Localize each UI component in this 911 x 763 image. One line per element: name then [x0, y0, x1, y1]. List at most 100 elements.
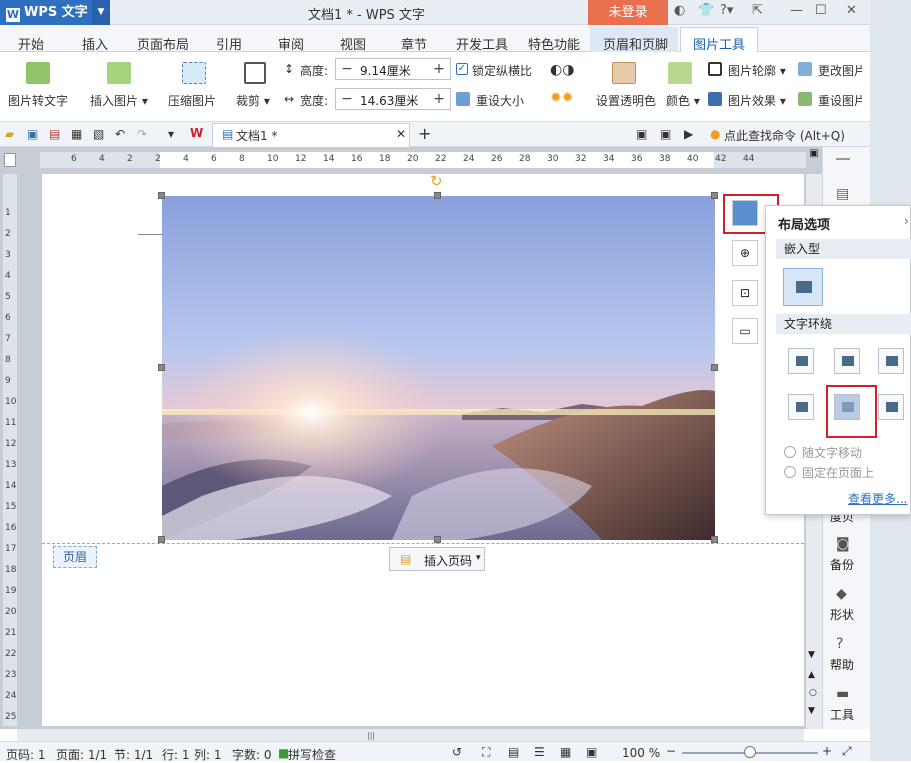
- width-stepper[interactable]: −14.63厘米 +: [335, 88, 451, 110]
- browse-object-icon[interactable]: ○: [809, 688, 817, 698]
- app-menu-button[interactable]: W WPS 文字 ▼: [0, 0, 110, 25]
- insert-picture-button[interactable]: 插入图片 ▾: [90, 92, 148, 109]
- fit-window-icon[interactable]: ⤢: [842, 744, 852, 759]
- preview-icon[interactable]: ▧: [93, 127, 104, 141]
- sidebar-backup[interactable]: 备份: [830, 556, 854, 573]
- wrap-inline-icon[interactable]: [783, 268, 823, 306]
- resize-handle-w[interactable]: [158, 364, 165, 371]
- wrap-square-icon[interactable]: [788, 348, 814, 374]
- minimize-button[interactable]: —: [790, 3, 803, 18]
- crop-float-icon[interactable]: ⊡: [732, 280, 758, 306]
- tab-insert[interactable]: 插入: [82, 34, 108, 53]
- tab-view[interactable]: 视图: [340, 34, 366, 53]
- resize-handle-sw[interactable]: [158, 536, 165, 543]
- print-icon[interactable]: ▦: [71, 127, 82, 141]
- resize-handle-ne[interactable]: [711, 192, 718, 199]
- zoom-slider-thumb[interactable]: [744, 746, 756, 758]
- resize-handle-n[interactable]: [434, 192, 441, 199]
- zoom-in-icon[interactable]: ⊕: [732, 240, 758, 266]
- tab-review[interactable]: 审阅: [278, 34, 304, 53]
- maximize-button[interactable]: ☐: [815, 3, 827, 18]
- tab-features[interactable]: 特色功能: [528, 34, 580, 53]
- frame-icon[interactable]: ▭: [732, 318, 758, 344]
- tool-a-icon[interactable]: ▣: [636, 127, 647, 141]
- sidebar-doc-icon[interactable]: ▤: [836, 186, 849, 202]
- command-search[interactable]: 点此查找命令 (Alt+Q): [724, 127, 845, 144]
- prev-page-icon[interactable]: ▲: [808, 670, 815, 680]
- brightness-icon[interactable]: ◐◑: [550, 62, 574, 78]
- help-icon[interactable]: ?▾: [720, 3, 733, 18]
- close-tab-icon[interactable]: ✕: [396, 127, 406, 141]
- tab-start[interactable]: 开始: [18, 34, 44, 53]
- tab-header-footer[interactable]: 页眉和页脚: [603, 34, 668, 53]
- horizontal-ruler[interactable]: 6 4 2 2 4 6 8 10 12 14 16 18 20 22 24 26 28 30 32 34 36 38 40 4…: [40, 152, 806, 168]
- resize-handle-e[interactable]: [711, 364, 718, 371]
- login-button[interactable]: 未登录: [588, 0, 668, 25]
- wrap-in-front-icon[interactable]: [878, 394, 904, 420]
- view-toggle-icon[interactable]: ▣: [806, 148, 822, 166]
- radio-move-with-text[interactable]: [784, 446, 796, 458]
- wrap-tight-icon[interactable]: [834, 348, 860, 374]
- tab-picture-tools[interactable]: 图片工具: [693, 34, 745, 53]
- tool-b-icon[interactable]: ▣: [660, 127, 671, 141]
- height-increase-button[interactable]: +: [428, 59, 450, 79]
- rotate-handle-icon[interactable]: ↻: [430, 172, 443, 190]
- wrap-top-bottom-icon[interactable]: [788, 394, 814, 420]
- color-button[interactable]: 颜色 ▾: [666, 92, 700, 109]
- resize-handle-s[interactable]: [434, 536, 441, 543]
- sidebar-menu-icon[interactable]: [836, 158, 850, 160]
- tab-developer[interactable]: 开发工具: [456, 34, 508, 53]
- inserted-picture[interactable]: [162, 196, 715, 540]
- spell-check-button[interactable]: 拼写检查: [288, 746, 336, 763]
- width-input[interactable]: 14.63厘米: [360, 92, 418, 109]
- tab-section[interactable]: 章节: [401, 34, 427, 53]
- zoom-in-status-icon[interactable]: +: [822, 744, 832, 758]
- reset-size-button[interactable]: 重设大小: [476, 92, 524, 109]
- resize-handle-se[interactable]: [711, 536, 718, 543]
- next-page-icon[interactable]: ▼: [808, 706, 815, 716]
- ruler-corner-icon[interactable]: [4, 153, 16, 167]
- close-button[interactable]: ✕: [846, 3, 857, 18]
- redo-icon[interactable]: ↷: [137, 127, 147, 141]
- open-icon[interactable]: ▰: [5, 127, 14, 141]
- web-view-icon[interactable]: ▦: [560, 745, 571, 759]
- page-view-icon[interactable]: ▤: [508, 745, 519, 759]
- shirt-icon[interactable]: 👕: [698, 3, 714, 18]
- fullscreen-icon[interactable]: ⛶: [482, 745, 490, 760]
- set-transparent-button[interactable]: 设置透明色: [596, 92, 656, 109]
- tab-page-layout[interactable]: 页面布局: [137, 34, 189, 53]
- header-tag[interactable]: 页眉: [53, 546, 97, 568]
- picture-effect-button[interactable]: 图片效果 ▾: [728, 92, 786, 109]
- scroll-down-icon[interactable]: ▼: [808, 650, 815, 660]
- horizontal-scrollbar[interactable]: |||: [17, 729, 804, 741]
- picture-outline-button[interactable]: 图片轮廓 ▾: [728, 62, 786, 79]
- compress-picture-button[interactable]: 压缩图片: [168, 92, 216, 109]
- insert-page-number-button[interactable]: ▤ 插入页码 ▾: [389, 547, 485, 571]
- vertical-ruler[interactable]: 1 2 3 4 5 6 7 8 9 10 11 12 13 14 15 16 17 18 19 20 21 22 23 24 2…: [3, 174, 17, 726]
- sidebar-shape[interactable]: 形状: [830, 606, 854, 623]
- new-tab-icon[interactable]: +: [418, 124, 431, 143]
- contrast-icon[interactable]: ✹✹: [550, 90, 573, 106]
- change-picture-button[interactable]: 更改图片: [818, 62, 862, 79]
- width-decrease-button[interactable]: −: [336, 89, 358, 109]
- wps-home-icon[interactable]: W: [190, 126, 203, 140]
- sidebar-tools[interactable]: 工具: [830, 706, 854, 723]
- height-decrease-button[interactable]: −: [336, 59, 358, 79]
- see-more-link[interactable]: 查看更多...: [848, 490, 907, 507]
- lock-ratio-checkbox[interactable]: ✓: [456, 63, 468, 75]
- height-stepper[interactable]: −9.14厘米 +: [335, 58, 451, 80]
- crop-button[interactable]: 裁剪 ▾: [236, 92, 270, 109]
- radio-fixed-on-page[interactable]: [784, 466, 796, 478]
- reading-view-icon[interactable]: ▣: [586, 745, 597, 759]
- tab-reference[interactable]: 引用: [216, 34, 242, 53]
- height-input[interactable]: 9.14厘米: [360, 62, 411, 79]
- save-icon[interactable]: ▣: [27, 127, 38, 141]
- skin-icon[interactable]: ◐: [674, 3, 685, 18]
- sidebar-help[interactable]: 帮助: [830, 656, 854, 673]
- zoom-level[interactable]: 100 %: [622, 746, 660, 760]
- undo-icon[interactable]: ↶: [115, 127, 125, 141]
- outline-view-icon[interactable]: ☰: [534, 745, 545, 759]
- zoom-out-icon[interactable]: −: [666, 744, 676, 758]
- tool-c-icon[interactable]: ▶: [684, 127, 693, 141]
- restore-ribbon-icon[interactable]: ⇱: [752, 3, 763, 18]
